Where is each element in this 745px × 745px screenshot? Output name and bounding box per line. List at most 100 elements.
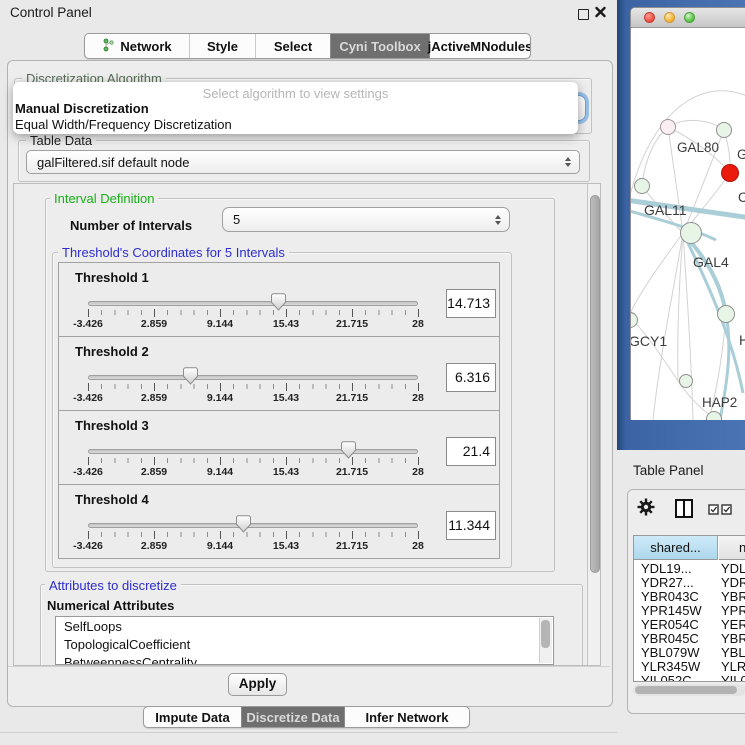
tab-cyni-toolbox[interactable]: Cyni Toolbox <box>330 34 429 58</box>
apply-button[interactable]: Apply <box>228 673 287 696</box>
scrollbar-thumb[interactable] <box>635 686 737 694</box>
table-row[interactable]: YER054CYER0 <box>634 618 745 632</box>
cell[interactable]: YIL0 <box>719 674 745 682</box>
close-traffic-light[interactable] <box>644 12 655 23</box>
tab-infer-network[interactable]: Infer Network <box>344 707 469 727</box>
slider-thumb[interactable] <box>236 515 251 533</box>
scrollbar-thumb[interactable] <box>590 195 600 573</box>
settings-vertical-scrollbar[interactable] <box>587 184 601 665</box>
cell[interactable]: YBL0 <box>719 646 745 660</box>
threshold-2-value-field[interactable]: 6.316 <box>446 363 496 392</box>
cell[interactable]: YBR043C <box>634 590 719 604</box>
cell[interactable]: YER0 <box>719 618 745 632</box>
table-row[interactable]: YPR145WYPR1 <box>634 604 745 618</box>
float-window-icon[interactable] <box>578 9 589 20</box>
cell[interactable]: YLR345W <box>634 660 719 674</box>
tab-discretize-data[interactable]: Discretize Data <box>241 707 344 727</box>
cell[interactable]: YLR3 <box>719 660 745 674</box>
network-node-red-selected[interactable] <box>721 164 739 182</box>
split-columns-icon[interactable] <box>675 499 693 518</box>
cell[interactable]: YIL052C <box>634 674 719 682</box>
panel-bottom-divider <box>0 732 617 733</box>
cell[interactable]: YBL079W <box>634 646 719 660</box>
network-window-titlebar[interactable] <box>631 8 745 28</box>
cell[interactable]: YBR045C <box>634 632 719 646</box>
cell[interactable]: YBR0 <box>719 590 745 604</box>
cell[interactable]: YDR27... <box>634 576 719 590</box>
minimize-traffic-light[interactable] <box>664 12 675 23</box>
slider-track[interactable] <box>88 301 418 306</box>
table-row[interactable]: YBR045CYBR0 <box>634 632 745 646</box>
popup-option-equal-width[interactable]: Equal Width/Frequency Discretization <box>15 117 232 132</box>
network-node-gal4[interactable] <box>680 222 702 244</box>
slider-thumb[interactable] <box>341 441 356 459</box>
network-node[interactable] <box>717 305 735 323</box>
close-icon[interactable] <box>594 4 608 20</box>
bottom-tabbar: Impute Data Discretize Data Infer Networ… <box>143 706 470 728</box>
slider-thumb[interactable] <box>183 367 198 385</box>
cell[interactable]: YDL1 <box>719 562 745 576</box>
numerical-attributes-list[interactable]: SelfLoops TopologicalCoefficient Between… <box>55 616 554 665</box>
slider-ticks <box>88 458 419 463</box>
slider-thumb[interactable] <box>271 293 286 311</box>
tab-impute-data[interactable]: Impute Data <box>144 707 241 727</box>
tab-network[interactable]: Network <box>85 34 189 58</box>
zoom-traffic-light[interactable] <box>684 12 695 23</box>
network-node[interactable] <box>634 178 650 194</box>
table-row[interactable]: YLR345WYLR3 <box>634 660 745 674</box>
list-item[interactable]: SelfLoops <box>56 617 553 635</box>
cell[interactable]: YPR1 <box>719 604 745 618</box>
table-row[interactable]: YBR043CYBR0 <box>634 590 745 604</box>
list-item[interactable]: TopologicalCoefficient <box>56 635 553 653</box>
popup-hint: Select algorithm to view settings <box>13 86 578 101</box>
column-header-name[interactable]: na <box>719 536 745 560</box>
threshold-1-slider[interactable] <box>88 263 418 336</box>
node-label-gal11: GAL11 <box>644 202 687 218</box>
table-row[interactable]: YBL079WYBL0 <box>634 646 745 660</box>
scale-label: 15.43 <box>273 318 299 330</box>
network-canvas[interactable]: GAL80 G. C GAL11 GAL4 GCY1 H HAP2 <box>631 28 745 420</box>
cell[interactable]: YPR145W <box>634 604 719 618</box>
threshold-1-value-field[interactable]: 14.713 <box>446 289 496 318</box>
node-label-partial: G. <box>737 147 745 162</box>
threshold-4-value-field[interactable]: 11.344 <box>446 511 496 540</box>
table-data-combobox[interactable]: galFiltered.sif default node <box>26 150 580 174</box>
checkbox-icon[interactable] <box>721 502 732 520</box>
threshold-3-slider[interactable] <box>88 411 418 484</box>
threshold-2-slider[interactable] <box>88 337 418 410</box>
cell[interactable]: YDR2 <box>719 576 745 590</box>
number-of-intervals-combobox[interactable]: 5 <box>222 207 510 232</box>
table-row[interactable]: YIL052CYIL0 <box>634 674 745 682</box>
list-vertical-scrollbar[interactable] <box>539 618 552 663</box>
checkbox-icon[interactable] <box>708 502 719 520</box>
column-header-shared-name[interactable]: shared... <box>634 536 718 560</box>
node-label-gcy1: GCY1 <box>631 333 667 349</box>
list-item[interactable]: BetweennessCentrality <box>56 653 553 665</box>
cell[interactable]: YER054C <box>634 618 719 632</box>
scale-label: 2.859 <box>141 540 167 552</box>
node-table[interactable]: shared... na YDL19...YDL1 YDR27...YDR2 Y… <box>633 535 745 682</box>
network-node-pink[interactable] <box>660 119 676 135</box>
scrollbar-thumb[interactable] <box>541 620 550 648</box>
threshold-3-value-field[interactable]: 21.4 <box>446 437 496 466</box>
tab-jactivemnodules[interactable]: jActiveMNodules <box>429 34 530 58</box>
tab-label: Style <box>207 39 238 54</box>
network-node[interactable] <box>716 122 732 138</box>
popup-option-manual[interactable]: Manual Discretization <box>15 101 149 116</box>
slider-track[interactable] <box>88 449 418 454</box>
scale-label: -3.426 <box>73 318 103 330</box>
gear-icon[interactable] <box>637 498 655 521</box>
cell[interactable]: YDL19... <box>634 562 719 576</box>
slider-track[interactable] <box>88 375 418 380</box>
slider-track[interactable] <box>88 523 418 528</box>
table-horizontal-scrollbar[interactable] <box>633 684 745 696</box>
cell[interactable]: YBR0 <box>719 632 745 646</box>
network-node[interactable] <box>706 411 722 420</box>
tab-style[interactable]: Style <box>189 34 255 58</box>
tab-select[interactable]: Select <box>255 34 330 58</box>
table-row[interactable]: YDL19...YDL1 <box>634 562 745 576</box>
top-tabbar: Network Style Select Cyni Toolbox jActiv… <box>84 33 531 59</box>
table-row[interactable]: YDR27...YDR2 <box>634 576 745 590</box>
network-node-hap2[interactable] <box>679 374 693 388</box>
threshold-4-slider[interactable] <box>88 485 418 558</box>
